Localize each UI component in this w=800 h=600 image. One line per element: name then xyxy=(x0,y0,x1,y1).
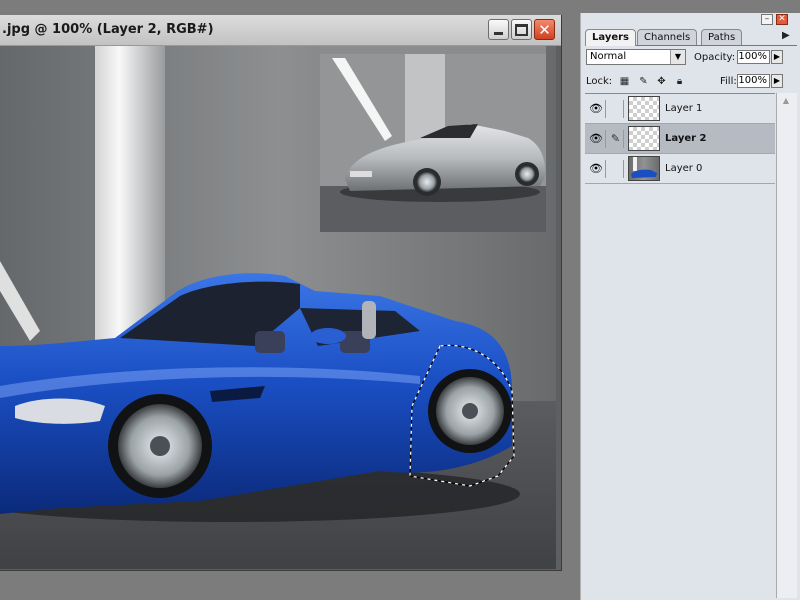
opacity-label: Opacity: xyxy=(694,52,736,63)
tab-layers[interactable]: Layers xyxy=(585,29,636,46)
eye-icon[interactable]: 👁︎ xyxy=(587,130,606,148)
blend-mode-select[interactable]: Normal ▼ xyxy=(586,49,686,65)
layers-palette: – ✕ Layers Channels Paths ▶ Normal ▼ Opa… xyxy=(580,13,800,600)
palette-minimize-button[interactable]: – xyxy=(761,14,773,25)
lock-label: Lock: xyxy=(586,76,613,87)
layer-0-preview xyxy=(631,157,657,178)
palette-titlebar[interactable]: – ✕ xyxy=(581,13,800,27)
fill-field[interactable]: 100% xyxy=(737,74,770,88)
minimize-icon xyxy=(489,20,508,39)
layers-scrollbar[interactable]: ▲ xyxy=(776,93,797,598)
layer-name: Layer 0 xyxy=(665,163,703,174)
layer-thumbnail xyxy=(628,126,660,151)
minimize-button[interactable] xyxy=(488,19,509,40)
scroll-up-icon[interactable]: ▲ xyxy=(779,95,793,107)
padlock-icon[interactable]: 🔒︎ xyxy=(674,76,685,87)
fill-label: Fill: xyxy=(720,76,737,87)
blend-mode-value: Normal xyxy=(590,51,627,62)
brush-lock-icon[interactable]: ✎ xyxy=(638,76,649,87)
document-title: .jpg @ 100% (Layer 2, RGB#) xyxy=(2,22,214,37)
brush-icon[interactable]: ✎ xyxy=(608,130,624,148)
opacity-field[interactable]: 100% xyxy=(737,50,770,64)
move-lock-icon[interactable]: ✥ xyxy=(656,76,667,87)
layer-row-layer-0[interactable]: 👁︎ Layer 0 xyxy=(585,154,775,184)
layer-thumbnail xyxy=(628,96,660,121)
document-window: .jpg @ 100% (Layer 2, RGB#) ✕ xyxy=(0,15,562,571)
link-slot[interactable] xyxy=(608,160,624,178)
layers-list: 👁︎ Layer 1 👁︎ ✎ Layer 2 👁︎ Layer 0 xyxy=(585,93,775,599)
palette-menu-icon[interactable]: ▶ xyxy=(782,30,790,41)
document-titlebar[interactable]: .jpg @ 100% (Layer 2, RGB#) ✕ xyxy=(0,15,561,46)
eye-icon[interactable]: 👁︎ xyxy=(587,100,606,118)
maximize-button[interactable] xyxy=(511,19,532,40)
maximize-icon xyxy=(512,20,531,39)
layer-name: Layer 1 xyxy=(665,103,703,114)
layer-row-layer-1[interactable]: 👁︎ Layer 1 xyxy=(585,94,775,124)
link-slot[interactable] xyxy=(608,100,624,118)
tab-paths[interactable]: Paths xyxy=(701,29,743,45)
close-icon: ✕ xyxy=(538,20,551,39)
opacity-arrow-icon[interactable]: ▶ xyxy=(771,50,783,64)
layer-name: Layer 2 xyxy=(665,133,707,144)
fill-arrow-icon[interactable]: ▶ xyxy=(771,74,783,88)
checker-lock-icon[interactable]: ▦ xyxy=(619,76,630,87)
close-button[interactable]: ✕ xyxy=(534,19,555,40)
chevron-down-icon: ▼ xyxy=(670,50,685,64)
palette-tabs: Layers Channels Paths xyxy=(585,29,797,46)
palette-close-button[interactable]: ✕ xyxy=(776,14,788,25)
canvas-artwork xyxy=(0,46,556,569)
inset-photo xyxy=(320,46,546,232)
eye-icon[interactable]: 👁︎ xyxy=(587,160,606,178)
tab-channels[interactable]: Channels xyxy=(637,29,698,45)
layer-thumbnail xyxy=(628,156,660,181)
layer-row-layer-2[interactable]: 👁︎ ✎ Layer 2 xyxy=(585,124,775,154)
image-canvas[interactable] xyxy=(0,46,556,569)
